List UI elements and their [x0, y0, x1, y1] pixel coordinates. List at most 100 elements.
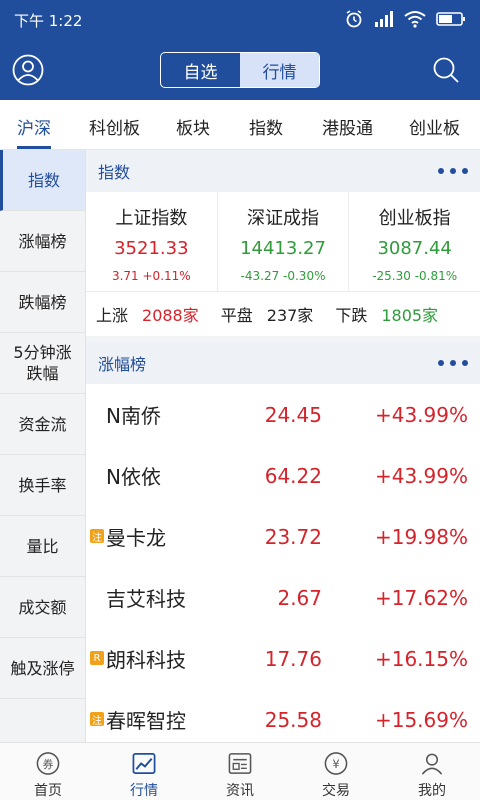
tab-chinext[interactable]: 创业板 — [409, 100, 460, 149]
breadth-down-count: 1805家 — [381, 306, 439, 325]
stock-price: 64.22 — [264, 463, 322, 488]
side-item-trading-value[interactable]: 成交额 — [0, 577, 85, 638]
index-card-szse[interactable]: 深证成指 14413.27 -43.27 -0.30% — [218, 192, 350, 291]
tab-profile[interactable]: 我的 — [384, 743, 480, 800]
tab-indices[interactable]: 指数 — [249, 100, 283, 149]
index-value: 3521.33 — [114, 238, 189, 259]
index-section-title: 指数 — [98, 163, 131, 182]
signal-icon — [375, 11, 393, 27]
tab-label: 首页 — [34, 783, 62, 799]
table-row[interactable]: R 朗科科技 17.76 +16.15% — [86, 628, 480, 689]
side-item-turnover-rate[interactable]: 换手率 — [0, 455, 85, 516]
index-value: 3087.44 — [377, 238, 452, 259]
status-time: 下午 1:22 — [14, 12, 83, 30]
tab-market[interactable]: 行情 — [96, 743, 192, 800]
table-row[interactable]: N南侨 24.45 +43.99% — [86, 384, 480, 445]
nav-bar: 自选 行情 — [0, 40, 480, 100]
index-name: 创业板指 — [378, 208, 451, 229]
main-content: 指数 上证指数 3521.33 3.71 +0.11% 深证成指 14413.2… — [86, 150, 480, 742]
wifi-icon — [404, 11, 426, 28]
chart-icon — [132, 753, 156, 774]
index-name: 深证成指 — [247, 208, 319, 229]
stock-change-pct: +15.69% — [374, 707, 468, 732]
segment-market[interactable]: 行情 — [240, 53, 319, 87]
bottom-tab-bar: 券 首页 行情 资讯 ¥ 交易 我的 — [0, 742, 480, 800]
tab-shanghai-shenzhen[interactable]: 沪深 — [17, 100, 51, 149]
stock-name: 朗科科技 — [106, 648, 186, 672]
search-icon[interactable] — [432, 56, 460, 84]
more-icon[interactable] — [438, 168, 468, 174]
tab-sectors[interactable]: 板块 — [176, 100, 210, 149]
stock-price: 17.76 — [264, 646, 322, 671]
breadth-flat-label: 平盘 — [220, 306, 253, 325]
stock-change-pct: +43.99% — [374, 402, 468, 427]
breadth-up-count: 2088家 — [142, 306, 199, 325]
stock-name: N依依 — [106, 465, 161, 489]
more-icon[interactable] — [438, 360, 468, 366]
stock-name: 曼卡龙 — [106, 526, 166, 550]
alarm-icon — [346, 10, 362, 28]
status-bar: 下午 1:22 — [0, 0, 480, 40]
stock-price: 25.58 — [264, 707, 322, 732]
tab-star-market[interactable]: 科创板 — [89, 100, 140, 149]
tab-label: 行情 — [130, 783, 158, 799]
gainers-list: N南侨 24.45 +43.99% N依依 64.22 +43.99% 注 曼卡… — [86, 384, 480, 742]
gainers-section-title: 涨幅榜 — [98, 355, 147, 374]
avatar-icon[interactable] — [12, 54, 44, 86]
ranking-side-menu: 指数 涨幅榜 跌幅榜 5分钟涨跌幅 资金流 换手率 量比 成交额 触及涨停 — [0, 150, 86, 742]
index-section-header: 指数 — [86, 150, 480, 192]
app-root: 下午 1:22 自选 行情 沪深 科创板 板块 指数 港股通 创业板 指数 涨幅… — [0, 0, 480, 800]
battery-icon — [436, 12, 465, 26]
breadth-up-label: 上涨 — [96, 306, 129, 325]
stock-change-pct: +43.99% — [374, 463, 468, 488]
stock-price: 24.45 — [264, 402, 322, 427]
segment-watchlist[interactable]: 自选 — [161, 53, 240, 87]
table-row[interactable]: N依依 64.22 +43.99% — [86, 445, 480, 506]
stock-name: 春晖智控 — [106, 709, 186, 733]
side-item-top-gainers[interactable]: 涨幅榜 — [0, 211, 85, 272]
side-item-money-flow[interactable]: 资金流 — [0, 394, 85, 455]
market-tabs: 沪深 科创板 板块 指数 港股通 创业板 — [0, 100, 480, 150]
index-value: 14413.27 — [240, 238, 326, 259]
side-item-limit-up[interactable]: 触及涨停 — [0, 638, 85, 699]
stock-change-pct: +17.62% — [374, 585, 468, 610]
index-change: -43.27 -0.30% — [240, 269, 326, 283]
index-change: -25.30 -0.81% — [372, 269, 458, 283]
stock-change-pct: +19.98% — [374, 524, 468, 549]
registration-tag: 注 — [90, 529, 104, 544]
index-name: 上证指数 — [115, 208, 188, 229]
tab-trade[interactable]: ¥ 交易 — [288, 743, 384, 800]
market-breadth: 上涨 2088家 平盘 237家 下跌 1805家 — [86, 292, 480, 342]
news-icon — [228, 753, 252, 774]
table-row[interactable]: 吉艾科技 2.67 +17.62% — [86, 567, 480, 628]
tab-hk-connect[interactable]: 港股通 — [322, 100, 373, 149]
svg-text:¥: ¥ — [332, 757, 339, 771]
status-icons — [344, 9, 466, 29]
table-row[interactable]: 注 曼卡龙 23.72 +19.98% — [86, 506, 480, 567]
gainers-section-header: 涨幅榜 — [86, 342, 480, 384]
yen-icon: ¥ — [324, 752, 348, 775]
side-item-5min-change[interactable]: 5分钟涨跌幅 — [0, 333, 85, 394]
top-bar: 下午 1:22 自选 行情 — [0, 0, 480, 100]
stock-price: 23.72 — [264, 524, 322, 549]
stock-name: 吉艾科技 — [106, 587, 186, 611]
index-card-sse[interactable]: 上证指数 3521.33 3.71 +0.11% — [86, 192, 218, 291]
coupon-icon: 券 — [36, 752, 60, 775]
side-item-top-losers[interactable]: 跌幅榜 — [0, 272, 85, 333]
side-item-indices[interactable]: 指数 — [0, 150, 85, 211]
table-row[interactable]: 注 春晖智控 25.58 +15.69% — [86, 689, 480, 742]
user-icon — [421, 753, 443, 775]
index-cards: 上证指数 3521.33 3.71 +0.11% 深证成指 14413.27 -… — [86, 192, 480, 292]
registration-tag: 注 — [90, 712, 104, 727]
watchlist-market-toggle: 自选 行情 — [160, 52, 320, 88]
side-item-volume-ratio[interactable]: 量比 — [0, 516, 85, 577]
svg-text:券: 券 — [43, 758, 54, 771]
tab-news[interactable]: 资讯 — [192, 743, 288, 800]
index-card-chinext[interactable]: 创业板指 3087.44 -25.30 -0.81% — [349, 192, 480, 291]
stock-price: 2.67 — [277, 585, 322, 610]
index-change: 3.71 +0.11% — [111, 269, 191, 283]
tab-label: 资讯 — [226, 783, 254, 799]
tab-home[interactable]: 券 首页 — [0, 743, 96, 800]
tab-label: 我的 — [418, 783, 446, 799]
tab-label: 交易 — [322, 783, 350, 799]
